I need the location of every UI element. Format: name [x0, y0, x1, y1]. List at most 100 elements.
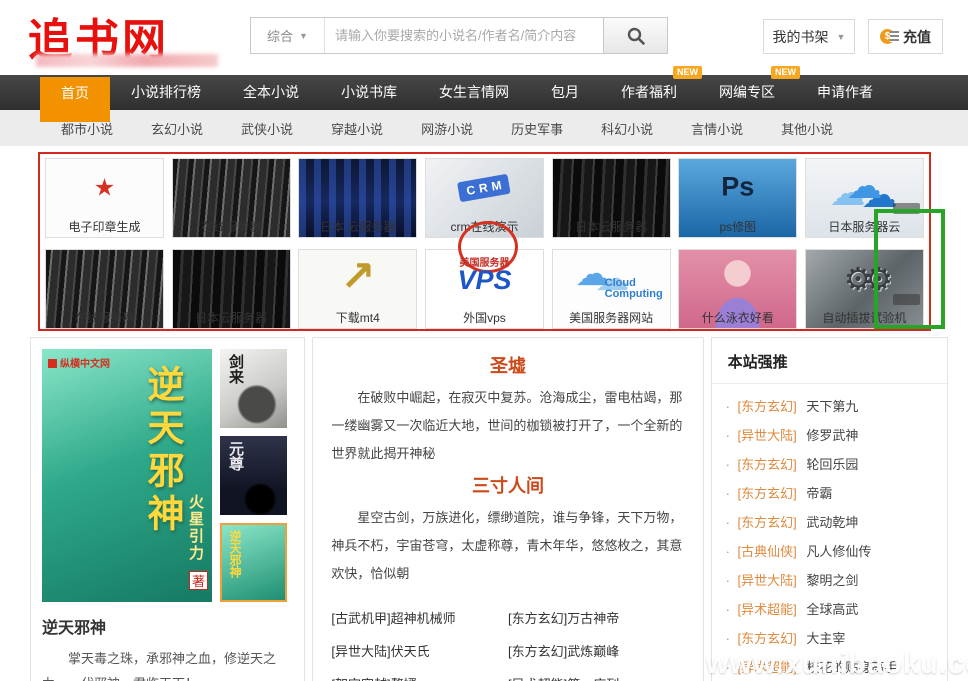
recommend-item[interactable]: · [异世大陆] 黎明之剑	[726, 566, 947, 595]
ad-art-icon: ★	[94, 174, 116, 203]
search-button[interactable]	[603, 18, 667, 53]
recommend-item[interactable]: · [异术超能] 全球高武	[726, 595, 947, 624]
nav-item[interactable]: 小说排行榜	[110, 75, 222, 110]
nav-item[interactable]: 包月	[530, 75, 600, 110]
ad-item[interactable]: 日本 云服务器	[298, 158, 417, 238]
recommend-category: [东方玄幻]	[738, 631, 797, 646]
recommend-item[interactable]: · [异世大陆] 修罗武神	[726, 421, 947, 450]
featured-section: 三寸人间 星空古剑，万族进化，缥缈道院，谁与争锋，天下万物，神兵不朽，宇宙苍穹，…	[331, 472, 684, 588]
recommend-item[interactable]: · [东方玄幻] 帝霸	[726, 479, 947, 508]
site-watermark: www.xunibaoku.com	[706, 648, 968, 681]
recommend-name: 帝霸	[806, 486, 832, 501]
site-recommend-panel: 本站强推 · [东方玄幻] 天下第九 · [异世大陆] 修罗武神 · [东方玄幻…	[711, 337, 948, 681]
ad-caption: 日本云服务器	[553, 217, 670, 237]
novel-link[interactable]: [东方玄幻]万古神帝	[508, 602, 685, 635]
subnav-item[interactable]: 穿越小说	[312, 119, 402, 138]
recommend-item[interactable]: · [东方玄幻] 轮回乐园	[726, 450, 947, 479]
search-icon	[626, 26, 646, 46]
ad-image: ☁ Cloud Computing	[553, 250, 670, 308]
nav-item-label: 网编专区	[719, 84, 775, 100]
selection-highlight-box	[874, 209, 945, 329]
ad-item[interactable]: Ps ps修图	[678, 158, 797, 238]
subnav-item[interactable]: 言情小说	[672, 119, 762, 138]
recommend-item[interactable]: · [古典仙侠] 凡人修仙传	[726, 537, 947, 566]
cover-brand-logo: 纵横中文网	[48, 355, 110, 370]
ad-image: ↗	[299, 250, 416, 308]
search-category-dropdown[interactable]: 综合 ▼	[251, 18, 325, 53]
cover-thumbnail[interactable]: 元尊	[220, 436, 287, 515]
recommend-name: 轮回乐园	[806, 457, 858, 472]
ad-item[interactable]: ↗ 下载mt4	[298, 249, 417, 329]
ad-caption: 美国服务器网站	[553, 308, 670, 328]
cover-author: 火星引力	[185, 494, 206, 562]
ad-item[interactable]: VPS 美国服务器 外国vps	[425, 249, 544, 329]
novel-link[interactable]: [架空穿越]赘婿	[331, 668, 508, 681]
recommend-name: 黎明之剑	[806, 573, 858, 588]
nav-item[interactable]: 网编专区 NEW	[698, 75, 796, 110]
bullet: ·	[726, 428, 730, 443]
section-title[interactable]: 三寸人间	[331, 472, 684, 498]
ad-item[interactable]: 在线服务器	[45, 249, 164, 329]
search-category-label: 综合	[267, 26, 293, 45]
subnav-item[interactable]: 武侠小说	[222, 119, 312, 138]
ad-image: ★	[46, 159, 163, 217]
ad-item[interactable]: 日本云服务器	[552, 158, 671, 238]
search-input[interactable]	[325, 18, 603, 53]
featured-book-cover[interactable]: 纵横中文网 逆天邪神 火星引力 著	[42, 349, 212, 602]
nav-item[interactable]: 全本小说	[222, 75, 320, 110]
my-bookshelf-button[interactable]: 我的书架 ▼	[763, 19, 855, 54]
ad-item[interactable]: 在线服务器	[172, 158, 291, 238]
novel-link[interactable]: [古武机甲]超神机械师	[331, 602, 508, 635]
nav-item[interactable]: 女生言情网	[418, 75, 530, 110]
featured-book-title[interactable]: 逆天邪神	[42, 614, 293, 638]
bullet: ·	[726, 573, 730, 588]
nav-item-label: 包月	[551, 84, 579, 100]
recommend-item[interactable]: · [东方玄幻] 武动乾坤	[726, 508, 947, 537]
ad-image: CRM	[426, 159, 543, 217]
ad-item[interactable]: 什么泳衣好看	[678, 249, 797, 329]
thumbnail-title: 逆天邪神	[227, 530, 244, 578]
nav-item[interactable]: 申请作者	[796, 75, 894, 110]
bullet: ·	[726, 515, 730, 530]
novel-link[interactable]: [异术超能]第一序列	[508, 668, 685, 681]
ad-item[interactable]: 日本云服务器	[172, 249, 291, 329]
subnav-item[interactable]: 历史军事	[492, 119, 582, 138]
ad-caption: 什么泳衣好看	[679, 308, 796, 328]
recommend-name: 大主宰	[806, 631, 845, 646]
novel-link[interactable]: [东方玄幻]武炼巅峰	[508, 635, 685, 668]
ad-art-icon: ☁	[846, 165, 882, 207]
subnav-item[interactable]: 玄幻小说	[132, 119, 222, 138]
nav-item-label: 小说书库	[341, 84, 397, 100]
ad-item[interactable]: ☁ Cloud Computing 美国服务器网站	[552, 249, 671, 329]
category-subnav: 都市小说 玄幻小说 武侠小说 穿越小说 网游小说 历史军事 科幻小说 言情小说 …	[0, 110, 968, 146]
subnav-item[interactable]: 网游小说	[402, 119, 492, 138]
bullet: ·	[726, 399, 730, 414]
nav-item[interactable]: 小说书库	[320, 75, 418, 110]
cover-thumbnail[interactable]: 剑来	[220, 349, 287, 428]
ads-grid: ★ 电子印章生成 在线服务器 日本 云服务器	[45, 158, 924, 329]
novel-link[interactable]: [异世大陆]伏天氏	[331, 635, 508, 668]
subnav-item[interactable]: 其他小说	[762, 119, 852, 138]
coin-icon: $	[880, 29, 895, 44]
ad-image	[553, 159, 670, 217]
ad-image: Ps	[679, 159, 796, 217]
nav-item-label: 全本小说	[243, 84, 299, 100]
ad-caption: 在线服务器	[46, 308, 163, 328]
ad-item[interactable]: ★ 电子印章生成	[45, 158, 164, 238]
cover-thumbnail[interactable]: 逆天邪神	[220, 523, 287, 602]
bullet: ·	[726, 486, 730, 501]
ad-art-text: VPS	[457, 265, 511, 296]
featured-section: 圣墟 在破败中崛起，在寂灭中复苏。沧海成尘，雷电枯竭，那一缕幽雾又一次临近大地，…	[331, 352, 684, 468]
ad-image	[173, 159, 290, 217]
section-description: 星空古剑，万族进化，缥缈道院，谁与争锋，天下万物，神兵不朽，宇宙苍穹，太虚称尊，…	[331, 504, 684, 588]
ad-art-subtext: 美国服务器	[459, 254, 509, 269]
recommend-list: · [东方玄幻] 天下第九 · [异世大陆] 修罗武神 · [东方玄幻] 轮回乐…	[712, 384, 947, 681]
recommend-item[interactable]: · [东方玄幻] 天下第九	[726, 392, 947, 421]
ad-caption: 日本 云服务器	[299, 217, 416, 237]
chevron-down-icon: ▼	[299, 31, 308, 41]
section-title[interactable]: 圣墟	[331, 352, 684, 378]
recharge-button[interactable]: $ 充值	[868, 19, 943, 54]
subnav-item[interactable]: 科幻小说	[582, 119, 672, 138]
nav-item[interactable]: 作者福利 NEW	[600, 75, 698, 110]
nav-item[interactable]: 首页	[40, 77, 110, 122]
